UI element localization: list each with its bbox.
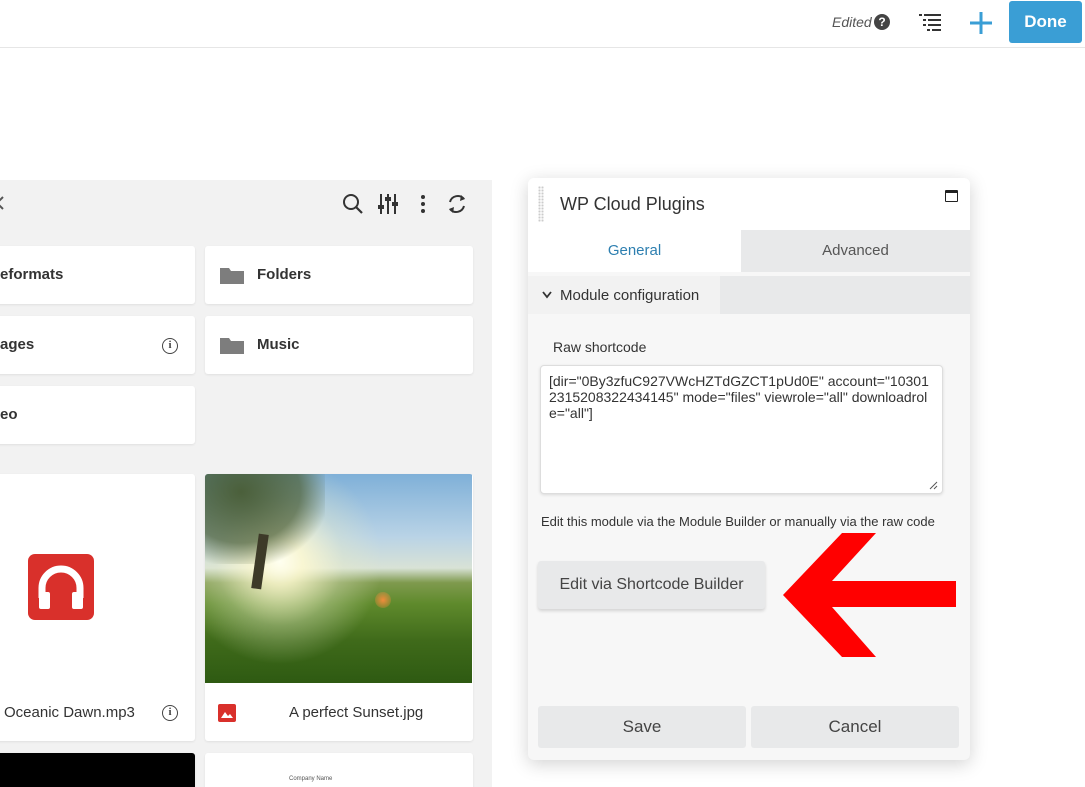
drag-handle-icon[interactable] bbox=[538, 186, 544, 222]
image-icon bbox=[218, 704, 236, 722]
edited-status: Edited bbox=[832, 14, 872, 30]
section-toggle[interactable]: Module configuration bbox=[528, 276, 720, 314]
folder-label: Music bbox=[257, 336, 300, 353]
folder-icon bbox=[220, 338, 244, 354]
file-card[interactable]: A perfect Sunset.jpg bbox=[205, 474, 473, 741]
folder-label: eo bbox=[0, 406, 18, 423]
maximize-icon[interactable] bbox=[945, 190, 958, 202]
done-button[interactable]: Done bbox=[1009, 1, 1082, 43]
help-text: Edit this module via the Module Builder … bbox=[541, 514, 935, 529]
back-chevron-icon[interactable] bbox=[0, 196, 4, 210]
folder-card[interactable]: eo bbox=[0, 386, 195, 444]
folder-card[interactable]: eformats bbox=[0, 246, 195, 304]
raw-shortcode-label: Raw shortcode bbox=[553, 339, 647, 355]
tab-advanced[interactable]: Advanced bbox=[741, 230, 970, 272]
folder-card[interactable]: ages i bbox=[0, 316, 195, 374]
thumbnail-text: Company Name bbox=[289, 776, 333, 782]
cancel-button[interactable]: Cancel bbox=[751, 706, 959, 748]
file-card[interactable]: Company Name bbox=[205, 753, 473, 787]
plus-icon[interactable] bbox=[968, 10, 994, 36]
section-label: Module configuration bbox=[560, 287, 700, 304]
folder-label: eformats bbox=[0, 266, 64, 283]
headphones-icon bbox=[28, 554, 94, 620]
folder-icon bbox=[220, 268, 244, 284]
browser-toolbar bbox=[0, 180, 492, 228]
arrow-left-icon bbox=[783, 533, 956, 657]
file-name: Oceanic Dawn.mp3 bbox=[4, 704, 135, 721]
info-icon[interactable]: i bbox=[162, 338, 178, 354]
folder-card[interactable]: Folders bbox=[205, 246, 473, 304]
section-bar: Module configuration bbox=[528, 276, 970, 314]
more-vertical-icon[interactable] bbox=[412, 192, 434, 216]
resize-grip-icon[interactable] bbox=[928, 480, 938, 490]
outline-list-icon[interactable] bbox=[918, 12, 942, 34]
file-name: A perfect Sunset.jpg bbox=[289, 704, 424, 721]
folder-card[interactable]: Music bbox=[205, 316, 473, 374]
save-button[interactable]: Save bbox=[538, 706, 746, 748]
edit-shortcode-builder-button[interactable]: Edit via Shortcode Builder bbox=[538, 561, 765, 609]
top-bar: Edited ? Done bbox=[0, 0, 1085, 48]
panel-header: WP Cloud Plugins bbox=[528, 178, 970, 230]
tab-general[interactable]: General bbox=[528, 230, 741, 272]
file-card[interactable] bbox=[0, 753, 195, 787]
file-card[interactable]: Oceanic Dawn.mp3 i bbox=[0, 474, 195, 741]
panel-title: WP Cloud Plugins bbox=[560, 194, 705, 214]
help-icon[interactable]: ? bbox=[874, 14, 890, 30]
refresh-icon[interactable] bbox=[446, 192, 468, 216]
raw-shortcode-textarea[interactable]: [dir="0By3zfuC927VWcHZTdGZCT1pUd0E" acco… bbox=[540, 365, 943, 494]
info-icon[interactable]: i bbox=[162, 705, 178, 721]
folder-label: ages bbox=[0, 336, 35, 353]
search-icon[interactable] bbox=[342, 192, 364, 216]
module-panel: WP Cloud Plugins General Advanced Module… bbox=[528, 178, 970, 760]
sunset-thumbnail bbox=[205, 474, 472, 683]
lens-flare bbox=[375, 592, 391, 608]
file-browser: eformats Folders ages i Music eo Oceanic… bbox=[0, 180, 492, 787]
chevron-down-icon bbox=[542, 291, 552, 299]
folder-label: Folders bbox=[257, 266, 312, 283]
filter-sliders-icon[interactable] bbox=[377, 192, 399, 216]
